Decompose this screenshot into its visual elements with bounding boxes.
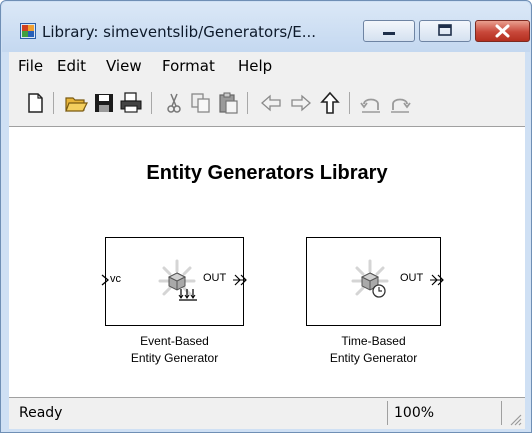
maximize-button[interactable] xyxy=(419,20,471,42)
library-title: Entity Generators Library xyxy=(146,162,388,184)
library-canvas: Entity Generators Library vc OUT Event-B… xyxy=(9,127,525,397)
time-based-generator-label: Time-Based Entity Generator xyxy=(296,333,451,367)
output-port-arrow-icon xyxy=(233,274,247,286)
output-port-arrow-icon xyxy=(430,274,444,286)
input-port-arrow-icon xyxy=(101,274,110,286)
menu-edit[interactable]: Edit xyxy=(57,57,86,75)
menu-format[interactable]: Format xyxy=(162,57,215,75)
menu-view[interactable]: View xyxy=(106,57,142,75)
title-bar[interactable]: Library: simeventslib/Generators/E... xyxy=(2,2,530,52)
maximize-icon xyxy=(438,24,452,36)
toolbar-separator xyxy=(349,92,350,114)
print-icon[interactable] xyxy=(119,91,143,115)
copy-icon[interactable] xyxy=(189,91,213,115)
status-separator xyxy=(387,401,388,425)
library-window: Library: simeventslib/Generators/E... Fi… xyxy=(0,0,532,433)
resize-grip-icon[interactable] xyxy=(508,412,522,426)
toolbar-separator xyxy=(53,92,54,114)
cut-icon[interactable] xyxy=(162,91,186,115)
zoom-level: 100% xyxy=(394,405,435,421)
event-based-generator-block[interactable]: vc OUT xyxy=(101,237,247,326)
toolbar-separator xyxy=(151,92,152,114)
block-name-line2: Entity Generator xyxy=(329,351,418,365)
forward-icon[interactable] xyxy=(289,91,313,115)
event-based-generator-label: Event-Based Entity Generator xyxy=(97,333,252,367)
status-separator xyxy=(501,401,502,425)
entity-generator-icon xyxy=(351,259,389,298)
minimize-icon xyxy=(383,32,395,35)
block-name-line1: Time-Based xyxy=(341,334,406,348)
undo-icon[interactable] xyxy=(359,91,383,115)
input-port-label: vc xyxy=(110,273,121,285)
close-icon xyxy=(495,24,510,38)
toolbar-separator xyxy=(247,92,248,114)
back-icon[interactable] xyxy=(259,91,283,115)
status-text: Ready xyxy=(19,405,63,421)
window-title: Library: simeventslib/Generators/E... xyxy=(42,23,317,41)
minimize-button[interactable] xyxy=(363,20,415,42)
block-name-line1: Event-Based xyxy=(140,334,209,348)
time-based-generator-block[interactable]: OUT xyxy=(306,237,444,326)
save-icon[interactable] xyxy=(92,91,116,115)
redo-icon[interactable] xyxy=(388,91,412,115)
close-button[interactable] xyxy=(475,20,530,42)
entity-generator-icon xyxy=(158,259,197,301)
toolbar xyxy=(9,79,525,127)
simulink-app-icon xyxy=(20,23,36,39)
menu-file[interactable]: File xyxy=(18,57,43,75)
block-name-line2: Entity Generator xyxy=(130,351,219,365)
menu-bar: File Edit View Format Help xyxy=(9,52,525,80)
output-port-label: OUT xyxy=(203,272,227,284)
menu-help[interactable]: Help xyxy=(238,57,272,75)
output-port-label: OUT xyxy=(400,272,424,284)
up-icon[interactable] xyxy=(318,91,342,115)
status-bar: Ready 100% xyxy=(9,397,525,429)
open-folder-icon[interactable] xyxy=(64,91,88,115)
new-document-icon[interactable] xyxy=(23,91,47,115)
paste-icon[interactable] xyxy=(216,91,240,115)
